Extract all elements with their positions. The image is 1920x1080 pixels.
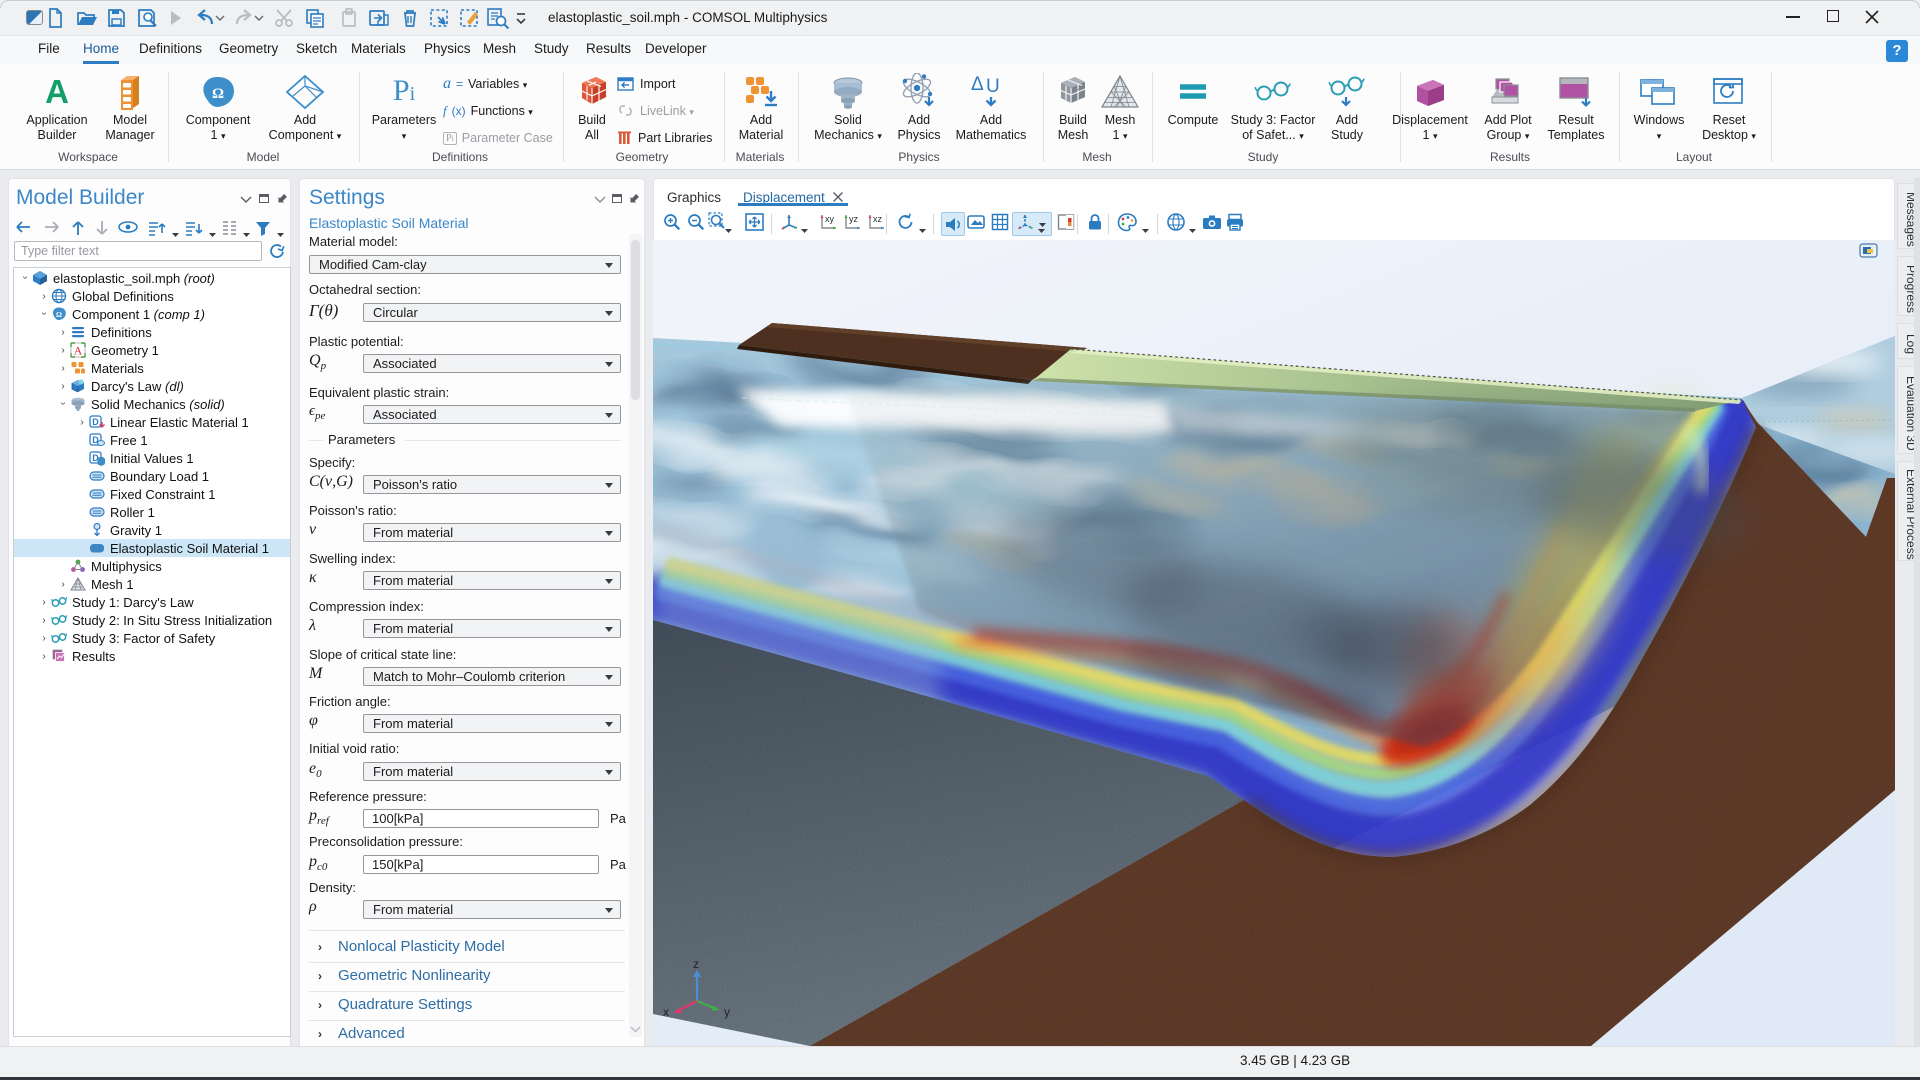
svg-text:D: D: [92, 417, 99, 427]
svg-text:xy: xy: [825, 214, 835, 224]
svg-text:Ω: Ω: [212, 86, 224, 102]
svg-text:y: y: [724, 1005, 730, 1019]
svg-text:x: x: [663, 1005, 669, 1019]
svg-text:Δ: Δ: [971, 74, 984, 95]
svg-text:U: U: [986, 76, 1000, 97]
svg-text:yz: yz: [849, 214, 859, 224]
svg-text:xz: xz: [873, 214, 883, 224]
svg-text:A: A: [74, 344, 83, 358]
svg-text:Ω: Ω: [56, 310, 62, 319]
svg-text:z: z: [693, 957, 699, 971]
